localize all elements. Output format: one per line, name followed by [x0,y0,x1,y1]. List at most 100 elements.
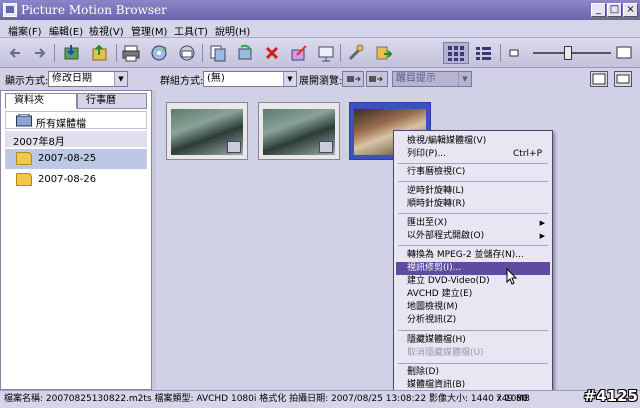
display-mode-value: 修改日期 [52,73,92,84]
copy-icon[interactable] [208,43,228,63]
expand-next-icon[interactable] [366,71,388,87]
thumbnail-view-icon [448,46,464,61]
menu-separator [398,163,548,164]
menu-item-label: 順時針旋轉(R) [407,199,466,209]
menu-manage[interactable]: 管理(M) [131,23,167,38]
menu-item-open-external[interactable]: 以外部程式開啟(O) ▶ [396,230,550,243]
all-media-label: 所有媒體檔 [36,119,86,130]
menu-item-label: 視訊修剪(I)... [407,263,462,273]
highlight-reminder-dropdown[interactable]: 醒目提示 ▼ [392,71,472,87]
menu-item-create-avchd[interactable]: AVCHD 建立(E) [396,288,550,301]
menu-item-map-view[interactable]: 地圖檢視(M) [396,301,550,314]
tab-calendar[interactable]: 行事曆 [77,93,147,109]
submenu-arrow-icon: ▶ [539,232,545,240]
menu-separator [398,330,548,331]
minimize-button[interactable]: _ [591,3,606,17]
menu-separator [398,213,548,214]
thumbnail-item[interactable] [166,102,248,160]
import-icon[interactable] [62,43,82,63]
menu-item-label: 建立 DVD-Video(D) [407,276,490,286]
slideshow-icon[interactable] [316,43,336,63]
close-button[interactable]: × [623,3,638,17]
hd-video-badge-icon [319,141,333,153]
mouse-pointer-icon [506,268,518,285]
zoom-in-icon[interactable] [616,45,632,61]
maximize-button[interactable]: □ [607,3,622,17]
menu-item-label: 轉換為 MPEG-2 並儲存(N)... [407,250,524,260]
media-library-icon [16,114,32,127]
menu-item-rotate-right[interactable]: 順時針旋轉(R) [396,198,550,211]
menu-bar: 檔案(F) 編輯(E) 檢視(V) 管理(M) 工具(T) 說明(H) [0,20,640,38]
folder-item-2007-08-25[interactable]: 2007-08-25 [5,149,147,169]
print-icon[interactable] [121,43,141,63]
hd-video-badge-icon [227,141,241,153]
context-menu: 檢視/編輯媒體檔(V) 列印(P)... Ctrl+P 行事曆檢視(C) 逆時針旋… [393,130,553,392]
menu-item-delete[interactable]: 刪除(D) [396,366,550,379]
folder-panel: 資料夾 行事曆 所有媒體檔 2007年8月 2007-08-25 2007-08… [0,90,152,390]
expand-previous-icon[interactable] [342,71,364,87]
folder-label: 2007-08-25 [38,153,97,164]
menu-item-calendar-view[interactable]: 行事曆檢視(C) [396,166,550,179]
menu-item-label: 分析視訊(Z) [407,315,457,325]
menu-view[interactable]: 檢視(V) [89,23,124,38]
edit-icon[interactable] [289,43,309,63]
display-mode-dropdown[interactable]: 修改日期 ▼ [48,71,128,87]
menu-help[interactable]: 說明(H) [215,23,250,38]
folder-item-2007-08-26[interactable]: 2007-08-26 [5,170,147,190]
export-icon[interactable] [90,43,110,63]
folder-icon [16,152,32,165]
filter-bar: 顯示方式: 修改日期 ▼ 群組方式: (無) ▼ 展開瀏覽: 醒目提示 ▼ [0,68,640,90]
menu-item-label: 隱藏媒體檔(H) [407,335,466,345]
toolbar-separator [116,44,117,62]
menu-item-label: 行事曆檢視(C) [407,167,466,177]
display-mode-label: 顯示方式: [5,76,49,87]
toolbar-separator [54,44,55,62]
menu-item-hide-media[interactable]: 隱藏媒體檔(H) [396,334,550,347]
menu-item-video-trim[interactable]: 視訊修剪(I)... [396,262,550,275]
month-header: 2007年8月 [5,131,147,148]
menu-item-print[interactable]: 列印(P)... Ctrl+P [396,148,550,161]
zoom-slider-thumb[interactable] [564,46,573,60]
group-mode-dropdown[interactable]: (無) ▼ [203,71,297,87]
menu-item-convert-mpeg2[interactable]: 轉換為 MPEG-2 並儲存(N)... [396,249,550,262]
toolbar-separator [202,44,203,62]
back-icon[interactable] [6,43,26,63]
delete-icon[interactable] [262,43,282,63]
chevron-down-icon: ▼ [114,72,127,86]
expand-label: 展開瀏覽: [299,76,343,87]
menu-item-view-edit[interactable]: 檢視/編輯媒體檔(V) [396,135,550,148]
email-icon[interactable] [177,43,197,63]
share-icon[interactable] [374,43,394,63]
menu-item-create-dvd[interactable]: 建立 DVD-Video(D) [396,275,550,288]
thumbnail-item[interactable] [258,102,340,160]
group-mode-label: 群組方式: [160,76,204,87]
all-media-item[interactable]: 所有媒體檔 [5,111,147,130]
menu-item-label: 以外部程式開啟(O) [407,231,485,241]
menu-item-rotate-left[interactable]: 逆時針旋轉(L) [396,185,550,198]
chevron-down-icon: ▼ [458,72,471,86]
single-view-icon[interactable] [590,71,608,87]
menu-item-analyze-video[interactable]: 分析視訊(Z) [396,314,550,327]
menu-file[interactable]: 檔案(F) [8,23,42,38]
menu-item-export[interactable]: 匯出至(X) ▶ [396,217,550,230]
list-view-icon[interactable] [473,43,493,63]
zoom-out-icon[interactable] [508,47,520,59]
file-size: 749 MB [496,394,530,404]
menu-edit[interactable]: 編輯(E) [49,23,83,38]
menu-tools[interactable]: 工具(T) [174,23,208,38]
fullscreen-icon[interactable] [614,71,632,87]
menu-item-label: 檢視/編輯媒體檔(V) [407,136,487,146]
menu-item-shortcut: Ctrl+P [513,149,542,159]
highlight-reminder-value: 醒目提示 [396,73,436,84]
disc-burn-icon[interactable] [149,43,169,63]
tab-folders[interactable]: 資料夾 [5,93,77,109]
tools-icon[interactable] [346,43,366,63]
thumbnail-view-button[interactable] [443,42,469,64]
menu-separator [398,245,548,246]
menu-item-label: 取消隱藏媒體檔(U) [407,348,484,358]
menu-item-label: 媒體檔資訊(B) [407,380,466,390]
rotate-icon[interactable] [235,43,255,63]
title-bar: Picture Motion Browser _ □ × [0,0,640,20]
forward-icon[interactable] [30,43,50,63]
toolbar-separator [500,44,501,62]
